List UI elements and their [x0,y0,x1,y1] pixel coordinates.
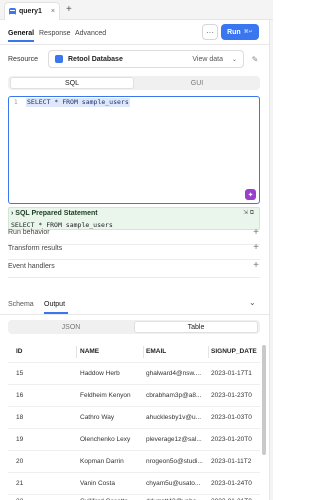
tab-response[interactable]: Response [39,30,71,37]
ai-assist-icon[interactable]: ✦ [245,189,256,200]
column-header-email[interactable]: EMAIL [146,341,208,363]
column-header-signup-date[interactable]: SIGNUP_DATE [211,341,260,363]
table-header: ID NAME EMAIL SIGNUP_DATE [8,341,260,363]
chevron-down-icon: ⌄ [231,56,237,63]
table-row[interactable]: 15 Haddow Herb ghalward4@nsw.... 2023-01… [8,363,260,385]
tab-advanced[interactable]: Advanced [75,30,106,37]
table-row[interactable]: 20 Kopman Darrin nrogeon5o@studi... 2023… [8,451,260,473]
cell-name: Olenchenko Lexy [80,436,131,443]
more-options-button[interactable]: ··· [202,24,218,40]
line-number: 1 [14,99,18,106]
cell-email: nrogeon5o@studi... [146,458,203,465]
cell-signup-date: 2023-01-23T0 [211,392,252,399]
column-divider[interactable] [208,346,209,358]
view-table-option[interactable]: Table [134,321,258,333]
divider [0,314,273,315]
chevron-down-icon[interactable]: ⌄ [249,298,256,307]
column-divider[interactable] [143,346,144,358]
cell-id: 15 [16,370,24,377]
cell-signup-date: 2023-01-11T2 [211,458,252,465]
add-icon[interactable]: + [253,242,259,253]
edit-resource-icon[interactable]: ✎ [248,52,262,66]
cell-id: 16 [16,392,24,399]
add-tab-icon[interactable]: + [66,4,72,15]
section-label: Event handlers [8,263,55,270]
query-tab[interactable]: query1 × [4,2,60,20]
divider [0,44,273,45]
table-row[interactable]: 16 Feldheim Kenyon cbrabham3p@a8... 2023… [8,385,260,407]
section-event-handlers[interactable]: Event handlers + [8,260,260,278]
results-table: ID NAME EMAIL SIGNUP_DATE 15 Haddow Herb… [8,341,260,500]
cell-name: Feldheim Kenyon [80,392,131,399]
cell-email: cbrabham3p@a8... [146,392,202,399]
column-divider[interactable] [76,346,77,358]
close-icon[interactable]: × [51,8,55,15]
column-header-id[interactable]: ID [16,341,76,363]
mode-sql-option[interactable]: SQL [10,77,134,89]
add-icon[interactable]: + [253,260,259,271]
tab-schema[interactable]: Schema [8,301,34,308]
run-button[interactable]: Run ⌘↵ [221,24,259,40]
cell-id: 19 [16,436,24,443]
cell-signup-date: 2023-01-20T0 [211,436,252,443]
sql-editor[interactable] [8,96,260,204]
query-tab-title: query1 [19,8,42,15]
table-row[interactable]: 22 Culliford Cosette ddurrett42@yaho... … [8,491,260,500]
cell-email: ghalward4@nsw.... [146,370,202,377]
cell-email: ahucklesby1v@u... [146,414,202,421]
database-icon [9,8,16,15]
add-icon[interactable]: + [253,227,259,238]
cell-name: Haddow Herb [80,370,120,377]
resource-name: Retool Database [68,55,123,63]
resource-label: Resource [8,56,38,63]
cell-signup-date: 2023-01-21T0 [211,491,260,500]
cell-name: Kopman Darrin [80,458,124,465]
divider [8,277,260,278]
section-label: Run behavior [8,229,50,236]
active-tab-indicator [8,40,34,42]
run-label: Run [227,28,241,36]
resource-select[interactable]: Retool Database View data ⌄ [48,50,244,68]
retool-database-icon [55,55,63,63]
mode-gui-option[interactable]: GUI [136,77,258,89]
table-row[interactable]: 18 Cathro Way ahucklesby1v@u... 2023-01-… [8,407,260,429]
section-label: Transform results [8,245,63,252]
cell-signup-date: 2023-01-03T0 [211,414,252,421]
tab-output[interactable]: Output [44,301,65,308]
cell-name: Cathro Way [80,414,115,421]
cell-id: 18 [16,414,24,421]
section-transform-results[interactable]: Transform results + [8,242,260,260]
run-shortcut: ⌘↵ [243,29,253,35]
expand-copy-icon[interactable]: ⇲ ⧉ [243,209,254,217]
view-json-option[interactable]: JSON [10,321,132,333]
cell-signup-date: 2023-01-17T1 [211,370,252,377]
table-scrollbar[interactable] [262,345,266,455]
cell-email: pleverage1z@sal... [146,436,202,443]
sql-code-line[interactable]: SELECT * FROM sample_users [26,98,130,107]
column-header-name[interactable]: NAME [80,341,144,363]
prepared-statement-title[interactable]: › SQL Prepared Statement [11,210,98,217]
cell-name: Culliford Cosette [80,491,144,500]
cell-id: 20 [16,458,24,465]
cell-id: 22 [16,491,76,500]
table-row[interactable]: 19 Olenchenko Lexy pleverage1z@sal... 20… [8,429,260,451]
cell-email: ddurrett42@yaho... [146,491,208,500]
tab-general[interactable]: General [8,30,34,37]
view-data-link[interactable]: View data [192,56,223,63]
panel-edge [269,20,273,500]
